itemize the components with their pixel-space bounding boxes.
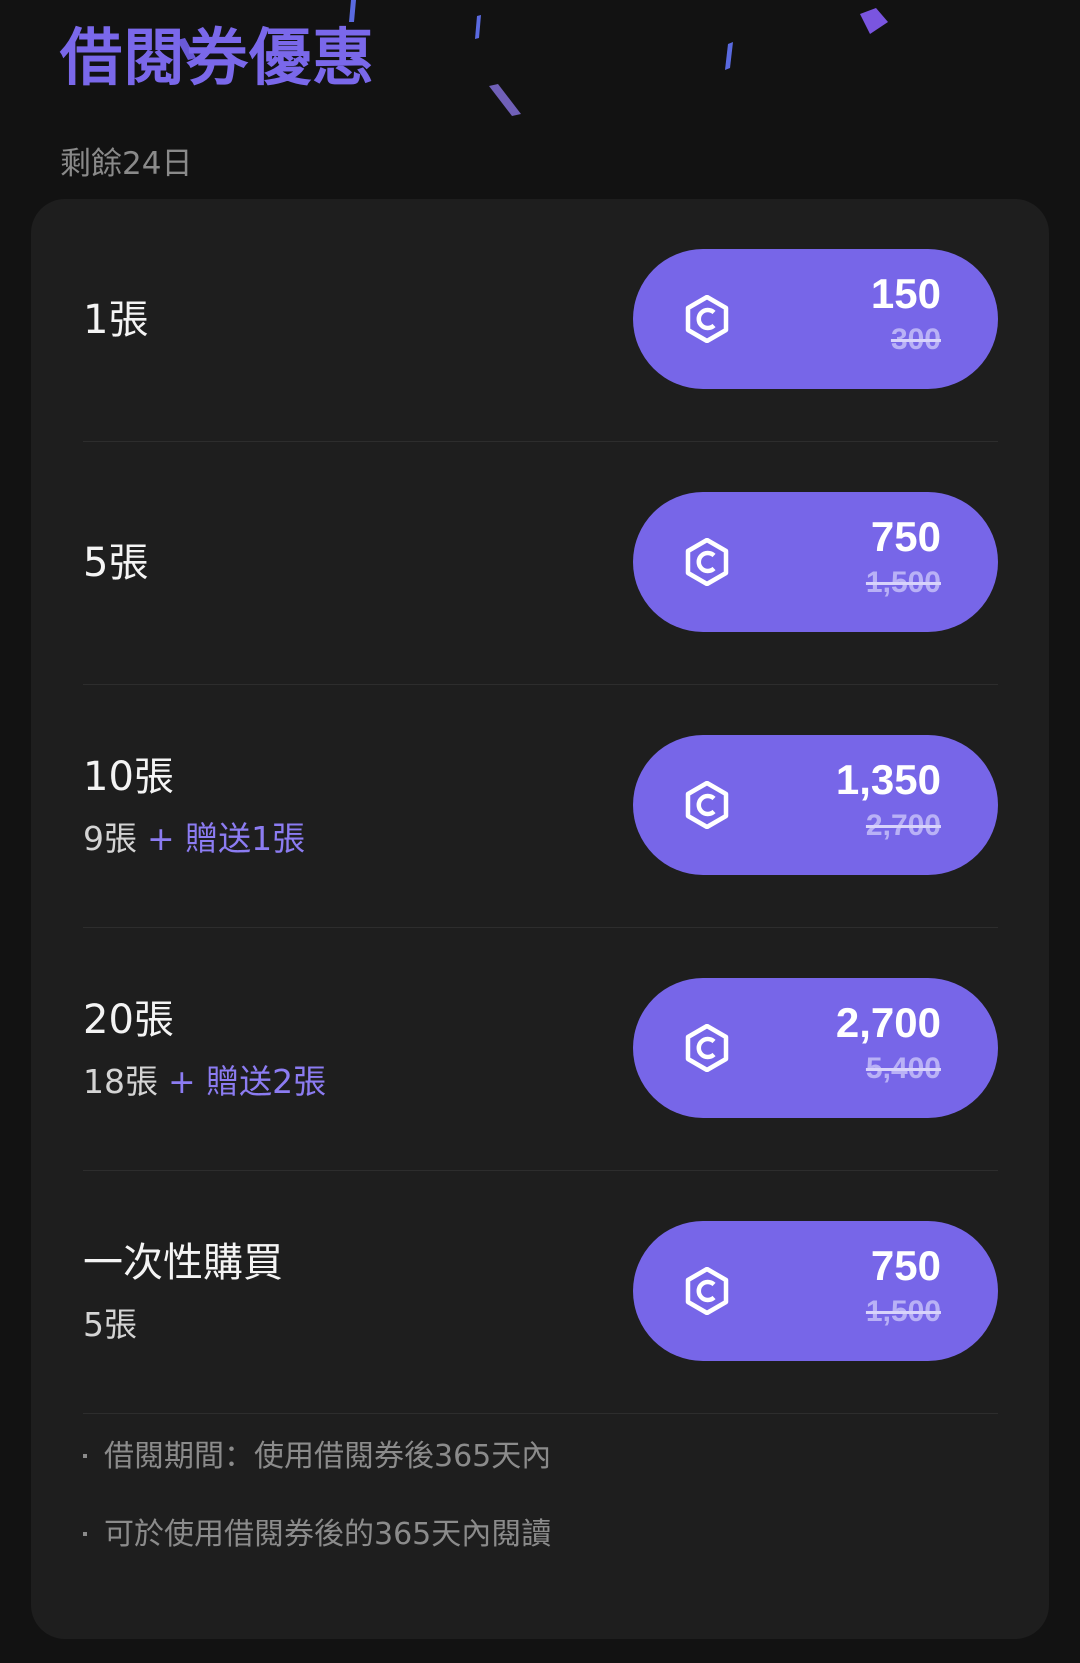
offers-card: 1張 150 300 5張 750 1,500 10張 9張 + 贈送1張 1,… — [31, 199, 1049, 1639]
sale-price: 150 — [870, 270, 941, 317]
confetti-piece — [860, 8, 888, 34]
coin-icon — [685, 1024, 729, 1072]
coin-icon — [685, 538, 729, 586]
coin-icon — [685, 781, 729, 829]
sale-price: 2,700 — [835, 999, 941, 1046]
original-price: 1,500 — [865, 566, 941, 599]
offer-bonus: + 贈送2張 — [168, 1062, 327, 1101]
note-text: 借閱期間：使用借閱券後365天內 — [104, 1439, 552, 1474]
confetti-piece — [475, 15, 481, 39]
buy-1-ticket-button[interactable]: 150 300 — [633, 249, 998, 389]
buy-5-tickets-button[interactable]: 750 1,500 — [633, 492, 998, 632]
coin-icon — [685, 295, 729, 343]
page-title: 借閱券優惠 — [60, 21, 376, 94]
coin-icon — [685, 1267, 729, 1315]
offer-subtitle: 9張 + 贈送1張 — [83, 817, 305, 861]
offer-subtitle: 18張 + 贈送2張 — [83, 1060, 326, 1104]
offer-row: 一次性購買 5張 750 1,500 — [83, 1171, 998, 1414]
offer-list: 1張 150 300 5張 750 1,500 10張 9張 + 贈送1張 1,… — [83, 199, 998, 1414]
remaining-days: 剩餘24日 — [60, 146, 193, 182]
offer-row: 5張 750 1,500 — [83, 442, 998, 685]
offer-base-count: 5張 — [83, 1305, 137, 1344]
offer-text: 一次性購買 5張 — [83, 1171, 283, 1413]
offer-base-count: 9張 — [83, 819, 137, 858]
buy-one-time-button[interactable]: 750 1,500 — [633, 1221, 998, 1361]
offer-title: 5張 — [83, 540, 149, 586]
offer-text: 10張 9張 + 贈送1張 — [83, 685, 305, 927]
buy-10-tickets-button[interactable]: 1,350 2,700 — [633, 735, 998, 875]
confetti-piece — [725, 42, 733, 70]
note-text: 可於使用借閱券後的365天內閱讀 — [104, 1517, 552, 1552]
original-price: 300 — [890, 323, 941, 356]
buy-20-tickets-button[interactable]: 2,700 5,400 — [633, 978, 998, 1118]
offer-row: 20張 18張 + 贈送2張 2,700 5,400 — [83, 928, 998, 1171]
sale-price: 1,350 — [835, 756, 941, 803]
offer-row: 10張 9張 + 贈送1張 1,350 2,700 — [83, 685, 998, 928]
original-price: 5,400 — [865, 1052, 941, 1085]
offer-bonus: + 贈送1張 — [147, 819, 306, 858]
offer-title: 1張 — [83, 297, 149, 343]
offer-title: 10張 — [83, 754, 174, 800]
confetti-piece — [489, 84, 521, 116]
original-price: 1,500 — [865, 1295, 941, 1328]
offer-base-count: 18張 — [83, 1062, 158, 1101]
notes-list: 借閱期間：使用借閱券後365天內 可於使用借閱券後的365天內閱讀 — [83, 1437, 998, 1593]
offer-title: 20張 — [83, 997, 174, 1043]
note-item: 借閱期間：使用借閱券後365天內 — [83, 1437, 998, 1477]
offer-text: 5張 — [83, 442, 148, 684]
offer-row: 1張 150 300 — [83, 199, 998, 442]
offer-title: 一次性購買 — [83, 1240, 283, 1286]
offer-subtitle: 5張 — [83, 1303, 283, 1347]
bullet-icon — [83, 1454, 87, 1458]
sale-price: 750 — [870, 513, 941, 560]
bullet-icon — [83, 1532, 87, 1536]
note-item: 可於使用借閱券後的365天內閱讀 — [83, 1515, 998, 1555]
offer-text: 1張 — [83, 199, 148, 441]
original-price: 2,700 — [865, 809, 941, 842]
offer-text: 20張 18張 + 贈送2張 — [83, 928, 326, 1170]
sale-price: 750 — [870, 1242, 941, 1289]
